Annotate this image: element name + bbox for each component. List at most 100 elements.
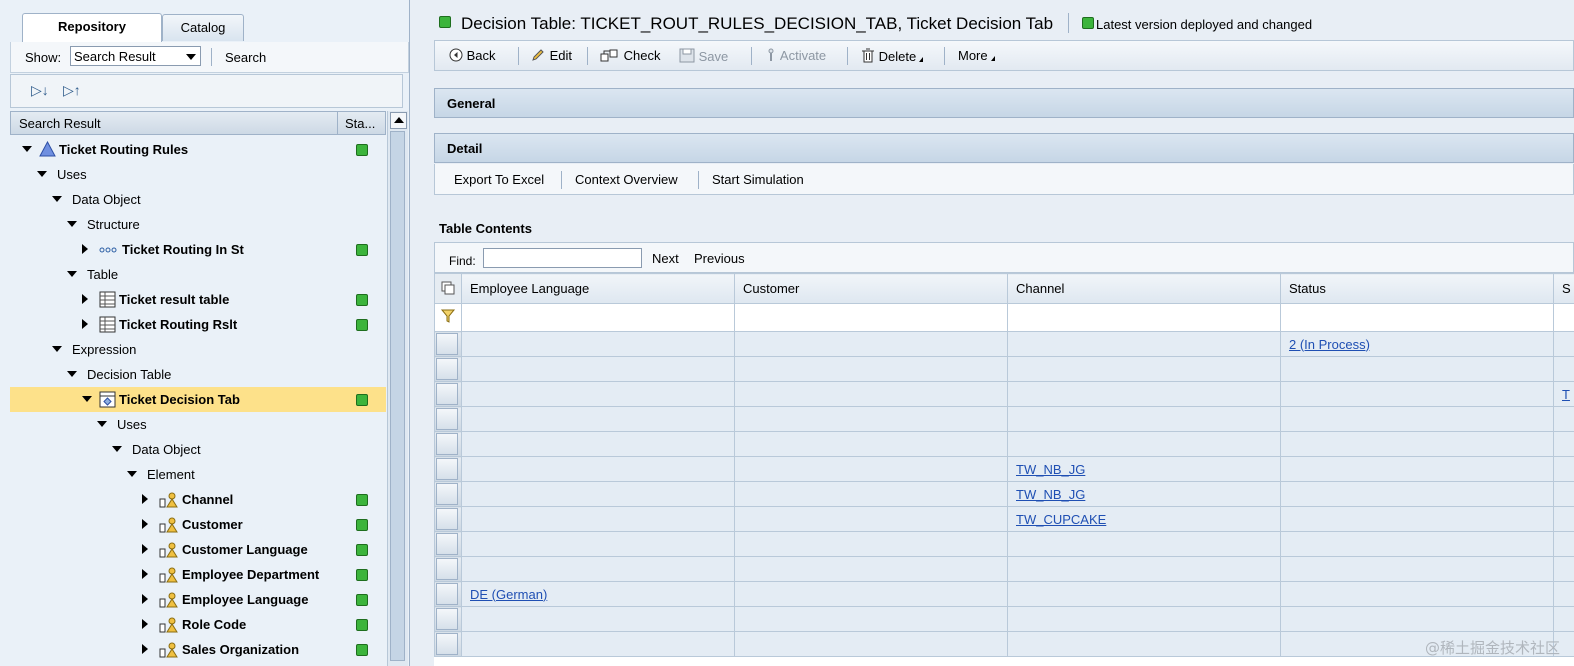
tree-node[interactable]: Role Code bbox=[10, 612, 386, 637]
table-cell[interactable]: DE (German) bbox=[461, 581, 735, 607]
row-select-button[interactable] bbox=[436, 533, 458, 555]
collapse-toggle-icon[interactable] bbox=[22, 146, 32, 152]
tab-catalog[interactable]: Catalog bbox=[162, 14, 244, 41]
table-cell[interactable] bbox=[1280, 381, 1554, 407]
tree-node[interactable]: Decision Table bbox=[10, 362, 386, 387]
table-cell[interactable] bbox=[734, 406, 1008, 432]
table-cell[interactable]: TW_NB_JG bbox=[1007, 456, 1281, 482]
find-input[interactable] bbox=[483, 248, 642, 268]
filter-cell[interactable] bbox=[1553, 303, 1574, 332]
table-cell[interactable] bbox=[1280, 606, 1554, 632]
table-cell[interactable] bbox=[1007, 581, 1281, 607]
table-cell[interactable] bbox=[1007, 356, 1281, 382]
filter-icon[interactable] bbox=[434, 303, 462, 332]
tree-node[interactable]: Uses bbox=[10, 412, 386, 437]
table-cell[interactable] bbox=[1553, 606, 1574, 632]
table-cell[interactable] bbox=[734, 481, 1008, 507]
table-cell[interactable] bbox=[734, 631, 1008, 657]
table-cell[interactable]: 2 (In Process) bbox=[1280, 331, 1554, 357]
table-cell[interactable] bbox=[734, 606, 1008, 632]
row-select-button[interactable] bbox=[436, 408, 458, 430]
cell-link[interactable]: TW_NB_JG bbox=[1016, 487, 1085, 502]
row-selector[interactable] bbox=[434, 406, 462, 432]
row-select-button[interactable] bbox=[436, 483, 458, 505]
tree-node[interactable]: Uses bbox=[10, 162, 386, 187]
table-cell[interactable] bbox=[1007, 331, 1281, 357]
edit-button[interactable]: Edit bbox=[531, 48, 572, 63]
collapse-toggle-icon[interactable] bbox=[112, 446, 122, 452]
table-cell[interactable] bbox=[1280, 581, 1554, 607]
table-cell[interactable] bbox=[1280, 406, 1554, 432]
column-header[interactable]: Status bbox=[1280, 273, 1554, 304]
table-cell[interactable] bbox=[1007, 631, 1281, 657]
row-selector[interactable] bbox=[434, 556, 462, 582]
expand-toggle-icon[interactable] bbox=[142, 619, 148, 629]
tree-node[interactable]: Table bbox=[10, 262, 386, 287]
general-section[interactable]: General bbox=[434, 88, 1574, 118]
row-selector[interactable] bbox=[434, 581, 462, 607]
filter-cell[interactable] bbox=[461, 303, 735, 332]
table-cell[interactable] bbox=[461, 631, 735, 657]
column-header[interactable]: Channel bbox=[1007, 273, 1281, 304]
tree-node[interactable]: Employee Department bbox=[10, 562, 386, 587]
row-selector[interactable] bbox=[434, 431, 462, 457]
table-cell[interactable] bbox=[734, 331, 1008, 357]
tree-node[interactable]: Ticket Routing In St bbox=[10, 237, 386, 262]
row-select-button[interactable] bbox=[436, 333, 458, 355]
tree-node[interactable]: Customer bbox=[10, 512, 386, 537]
tree-node[interactable]: Employee Language bbox=[10, 587, 386, 612]
collapse-toggle-icon[interactable] bbox=[67, 371, 77, 377]
tree-header-status[interactable]: Sta... bbox=[337, 112, 385, 134]
expand-toggle-icon[interactable] bbox=[142, 644, 148, 654]
tree-node[interactable]: Ticket result table bbox=[10, 287, 386, 312]
save-button[interactable]: Save bbox=[679, 48, 728, 64]
filter-cell[interactable] bbox=[1280, 303, 1554, 332]
table-cell[interactable] bbox=[461, 381, 735, 407]
table-cell[interactable]: TW_CUPCAKE bbox=[1007, 506, 1281, 532]
row-select-button[interactable] bbox=[436, 383, 458, 405]
expand-toggle-icon[interactable] bbox=[82, 244, 88, 254]
table-cell[interactable] bbox=[1280, 531, 1554, 557]
cell-link[interactable]: DE (German) bbox=[470, 587, 547, 602]
table-cell[interactable] bbox=[461, 556, 735, 582]
table-cell[interactable] bbox=[1007, 606, 1281, 632]
table-cell[interactable] bbox=[1553, 481, 1574, 507]
table-cell[interactable] bbox=[734, 381, 1008, 407]
table-cell[interactable] bbox=[1280, 556, 1554, 582]
column-header[interactable]: Customer bbox=[734, 273, 1008, 304]
tree-node[interactable]: Structure bbox=[10, 212, 386, 237]
row-selector[interactable] bbox=[434, 531, 462, 557]
table-cell[interactable] bbox=[734, 581, 1008, 607]
expand-toggle-icon[interactable] bbox=[82, 294, 88, 304]
expand-toggle-icon[interactable] bbox=[142, 544, 148, 554]
table-cell[interactable] bbox=[1007, 556, 1281, 582]
table-cell[interactable] bbox=[1280, 356, 1554, 382]
search-button[interactable]: Search bbox=[225, 50, 266, 65]
previous-button[interactable]: Previous bbox=[694, 251, 745, 266]
table-cell[interactable] bbox=[1553, 581, 1574, 607]
table-cell[interactable] bbox=[1553, 556, 1574, 582]
table-cell[interactable] bbox=[461, 506, 735, 532]
tree-node[interactable]: Expression bbox=[10, 337, 386, 362]
expand-all-icon[interactable]: ▷↓ bbox=[31, 82, 49, 99]
table-cell[interactable] bbox=[734, 506, 1008, 532]
row-select-button[interactable] bbox=[436, 358, 458, 380]
table-cell[interactable] bbox=[1553, 356, 1574, 382]
tree-node[interactable]: Channel bbox=[10, 487, 386, 512]
table-cell[interactable]: T bbox=[1553, 381, 1574, 407]
row-selector[interactable] bbox=[434, 506, 462, 532]
table-cell[interactable] bbox=[1280, 481, 1554, 507]
tree-header-search-result[interactable]: Search Result bbox=[19, 116, 101, 131]
row-selector[interactable] bbox=[434, 631, 462, 657]
start-simulation-button[interactable]: Start Simulation bbox=[712, 172, 804, 187]
table-cell[interactable] bbox=[1280, 431, 1554, 457]
table-cell[interactable] bbox=[1553, 331, 1574, 357]
table-cell[interactable] bbox=[461, 456, 735, 482]
cell-link[interactable]: 2 (In Process) bbox=[1289, 337, 1370, 352]
tree-scrollbar[interactable] bbox=[387, 111, 408, 666]
column-settings-icon[interactable] bbox=[434, 273, 462, 304]
collapse-toggle-icon[interactable] bbox=[67, 221, 77, 227]
delete-button[interactable]: Delete bbox=[861, 48, 924, 64]
table-cell[interactable] bbox=[1007, 431, 1281, 457]
back-button[interactable]: Back bbox=[449, 48, 496, 63]
